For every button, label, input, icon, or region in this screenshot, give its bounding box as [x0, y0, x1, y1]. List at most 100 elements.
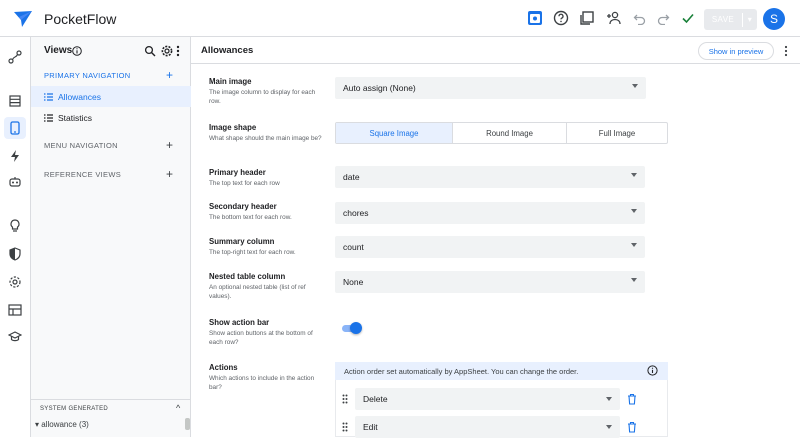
actions-desc: Which actions to include in the action b… [209, 375, 315, 391]
full-image-option[interactable]: Full Image [566, 123, 667, 143]
show-action-bar-label: Show action bar [209, 318, 270, 327]
avatar[interactable]: S [763, 8, 785, 30]
primary-header-label: Primary header [209, 168, 266, 177]
primary-header-select[interactable]: date [335, 166, 645, 188]
search-icon[interactable] [144, 45, 156, 57]
show-in-preview-button[interactable]: Show in preview [698, 42, 774, 60]
secondary-header-select[interactable]: chores [335, 202, 645, 224]
idea-icon[interactable] [6, 217, 24, 235]
summary-column-desc: The top-right text for each row. [209, 249, 296, 256]
help-icon[interactable] [552, 9, 570, 27]
delete-icon[interactable] [627, 393, 637, 405]
actions-label: Actions [209, 363, 238, 372]
secondary-header-label: Secondary header [209, 202, 277, 211]
scrollbar[interactable] [185, 418, 190, 430]
dropdown-caret-icon [631, 209, 637, 213]
secondary-header-desc: The bottom text for each row. [209, 214, 292, 221]
actions-info-banner: Action order set automatically by AppShe… [335, 362, 668, 380]
show-action-bar-desc: Show action buttons at the bottom of eac… [209, 330, 313, 346]
drag-handle-icon[interactable] [342, 422, 348, 432]
main-image-select[interactable]: Auto assign (None) [335, 77, 646, 99]
check-icon [679, 9, 697, 27]
primary-header-desc: The top text for each row [209, 180, 280, 187]
show-action-bar-toggle[interactable] [342, 322, 362, 334]
views-title: Views [44, 45, 73, 56]
view-item-statistics[interactable]: Statistics [31, 107, 191, 128]
app-icon[interactable] [4, 117, 26, 139]
copy-icon[interactable] [578, 9, 596, 27]
image-shape-desc: What shape should the main image be? [209, 135, 322, 142]
nested-table-label: Nested table column [209, 272, 286, 281]
save-button-label: SAVE [711, 15, 735, 24]
select-value: Edit [363, 422, 378, 432]
app-name: PocketFlow [44, 11, 117, 27]
redo-icon[interactable] [654, 9, 672, 27]
preview-toggle-icon[interactable] [526, 9, 544, 27]
add-menu-view-button[interactable]: + [166, 138, 173, 152]
dropdown-caret-icon [606, 425, 612, 429]
info-icon[interactable] [647, 365, 658, 376]
system-view-allowance[interactable]: ▾ allowance (3) [35, 420, 89, 429]
view-item-label: Statistics [58, 112, 93, 123]
undo-icon[interactable] [631, 9, 649, 27]
add-primary-view-button[interactable]: + [166, 68, 173, 82]
save-button[interactable]: SAVE ▾ [704, 9, 757, 30]
select-value: Delete [363, 394, 388, 404]
dropdown-caret-icon [631, 243, 637, 247]
main-image-desc: The image column to display for each row… [209, 89, 316, 105]
nested-table-desc: An optional nested table (list of ref va… [209, 284, 306, 300]
primary-navigation-header: PRIMARY NAVIGATION [44, 71, 131, 80]
gear-icon[interactable] [161, 45, 173, 57]
summary-column-select[interactable]: count [335, 236, 645, 258]
page-title: Allowances [201, 45, 254, 56]
select-value: date [343, 172, 360, 182]
actions-list: Delete Edit [335, 380, 669, 438]
dropdown-caret-icon [606, 397, 612, 401]
collapse-icon[interactable]: ^ [176, 403, 180, 413]
learn-icon[interactable] [6, 328, 24, 346]
select-value: None [343, 277, 364, 287]
manage-icon[interactable] [6, 301, 24, 319]
reference-views-header: REFERENCE VIEWS [44, 170, 122, 179]
main-image-label: Main image [209, 77, 252, 86]
select-value: count [343, 242, 364, 252]
views-panel: Views PRIMARY NAVIGATION + Allowances St… [31, 37, 191, 437]
bot-icon[interactable] [6, 173, 24, 191]
main-panel: Allowances Show in preview Main image Th… [191, 37, 800, 438]
round-image-option[interactable]: Round Image [452, 123, 566, 143]
data-icon[interactable] [6, 92, 24, 110]
dropdown-caret-icon [631, 278, 637, 282]
automation-icon[interactable] [6, 147, 24, 165]
select-value: Auto assign (None) [343, 83, 416, 93]
more-vert-icon[interactable] [175, 45, 181, 57]
action-row-delete: Delete [336, 388, 669, 410]
image-shape-label: Image shape [209, 123, 257, 132]
list-icon [44, 113, 53, 122]
info-banner-text: Action order set automatically by AppShe… [344, 366, 579, 376]
system-generated-section: SYSTEM GENERATED ^ ▾ allowance (3) [31, 399, 191, 437]
view-item-allowances[interactable]: Allowances [31, 86, 191, 107]
security-icon[interactable] [6, 245, 24, 263]
save-dropdown-icon[interactable]: ▾ [743, 15, 757, 24]
action-select[interactable]: Delete [355, 388, 620, 410]
action-select[interactable]: Edit [355, 416, 620, 438]
info-icon[interactable] [72, 46, 82, 56]
summary-column-label: Summary column [209, 237, 275, 246]
view-item-label: Allowances [58, 91, 101, 102]
nested-table-select[interactable]: None [335, 271, 645, 293]
drag-handle-icon[interactable] [342, 394, 348, 404]
connections-icon[interactable] [6, 48, 24, 66]
image-shape-segmented-control: Square Image Round Image Full Image [335, 122, 668, 144]
app-logo-icon [14, 11, 32, 27]
nav-rail [0, 37, 31, 437]
more-vert-icon[interactable] [781, 44, 791, 58]
settings-icon[interactable] [6, 273, 24, 291]
main-header: Allowances Show in preview [191, 37, 800, 64]
square-image-option[interactable]: Square Image [336, 123, 452, 143]
add-reference-view-button[interactable]: + [166, 167, 173, 181]
share-user-icon[interactable] [605, 9, 623, 27]
toggle-knob [350, 322, 362, 334]
list-icon [44, 92, 53, 101]
dropdown-caret-icon [632, 84, 638, 88]
delete-icon[interactable] [627, 421, 637, 433]
